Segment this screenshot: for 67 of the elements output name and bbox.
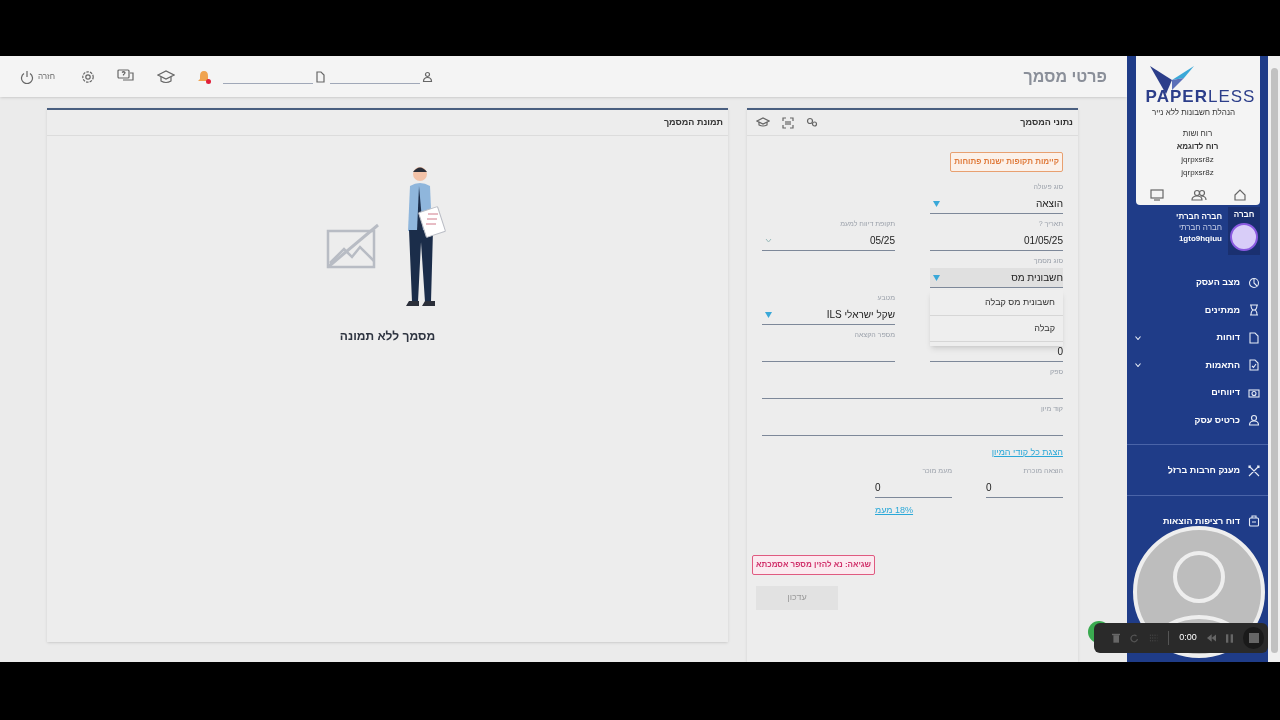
file-icon — [314, 70, 326, 83]
settings-icon[interactable] — [80, 69, 95, 84]
account-line: רוח ושות — [1182, 128, 1213, 140]
input-field[interactable]: שקל ישראלי ILS — [762, 305, 895, 325]
sidebar-item[interactable]: מצב העסק — [1127, 269, 1268, 297]
bell-icon[interactable] — [196, 69, 211, 84]
gears-icon[interactable] — [806, 116, 818, 127]
dropdown-triangle-icon[interactable] — [765, 311, 772, 318]
user-icon — [1248, 414, 1260, 427]
input-field[interactable]: 0 — [986, 477, 1063, 498]
company-code: 1gto9hqiuu — [1178, 233, 1222, 244]
sidebar-item[interactable]: התאמות — [1127, 351, 1268, 379]
account-line: רוח לדוגמא — [1176, 141, 1219, 153]
pause-icon[interactable] — [1226, 633, 1234, 643]
scan-icon[interactable] — [782, 116, 794, 129]
rewind-icon[interactable] — [1206, 634, 1216, 642]
logout-button[interactable]: חזרה — [20, 69, 55, 84]
graduation-cap-icon[interactable] — [156, 69, 175, 84]
home-icon[interactable] — [1233, 189, 1246, 201]
company-subtitle: חברה חברתי — [1178, 222, 1222, 233]
dropdown-option[interactable]: חשבונית מס קבלה — [930, 290, 1063, 316]
logo-wordmark: PAPERLESS — [1145, 88, 1256, 105]
panel-title: תמונת המסמך — [663, 115, 723, 129]
input-field[interactable]: 0 — [930, 342, 1063, 362]
sidebar-item[interactable]: כרטיס עסק — [1127, 406, 1268, 434]
users-icon[interactable] — [1190, 189, 1207, 201]
sidebar-item[interactable]: מענק חרבות ברזל — [1127, 457, 1268, 485]
input-field[interactable]: 0 — [875, 477, 952, 498]
power-icon — [20, 69, 34, 84]
image-placeholder-icon — [325, 223, 382, 269]
empty-image-message: מסמך ללא תמונה — [339, 328, 436, 345]
user-icon — [421, 70, 433, 83]
sidebar-item[interactable]: דוחות — [1127, 324, 1268, 352]
hourglass-icon — [1248, 304, 1260, 317]
sidebar-item[interactable]: ממתינים — [1127, 296, 1268, 324]
error-badge: שגיאה: נא להזין מספר אסמכתא — [752, 555, 875, 575]
panel-title: נתוני המסמך — [1020, 115, 1073, 129]
account-line: jqrpxsr8z — [1181, 167, 1214, 179]
dropdown-triangle-icon[interactable] — [933, 274, 940, 281]
input-field[interactable]: 01/05/25 — [930, 231, 1063, 251]
account-line: jqrpxsr8z — [1181, 154, 1214, 166]
sidebar-item[interactable]: דיווחים — [1127, 379, 1268, 407]
restart-icon[interactable] — [1130, 633, 1139, 643]
logo-tagline: הנהלת חשבונות ללא נייר — [1151, 107, 1236, 119]
chevron-down-icon[interactable] — [765, 238, 772, 243]
scrollbar[interactable] — [1268, 56, 1280, 662]
dropdown-option[interactable]: קבלה — [930, 316, 1063, 342]
help-chat-icon[interactable] — [116, 69, 135, 84]
recording-time: 0:00 — [1168, 631, 1197, 645]
trash-icon[interactable] — [1112, 633, 1121, 643]
company-tag: חברה — [1233, 209, 1255, 221]
page-title: פרטי מסמך — [1023, 66, 1107, 87]
warning-badge: קיימות תקופות ישנות פתוחות — [950, 152, 1063, 172]
monitor-icon[interactable] — [1149, 189, 1164, 201]
document-check-icon — [1248, 359, 1260, 372]
money-icon — [1248, 386, 1260, 399]
graduation-cap-icon[interactable] — [756, 116, 770, 128]
stop-icon[interactable] — [1248, 633, 1259, 643]
company-name: חברה חברתי — [1176, 211, 1222, 222]
company-avatar — [1230, 223, 1258, 251]
document-icon — [1248, 331, 1260, 344]
input-field[interactable]: הוצאה — [930, 194, 1063, 214]
dropdown-triangle-icon[interactable] — [933, 200, 940, 207]
input-field[interactable]: 05/25 — [762, 231, 895, 251]
sidebar-item[interactable]: דוח רציפות הוצאות — [1127, 507, 1268, 535]
sidebar-chart-icon — [1248, 276, 1260, 289]
clipboard-icon — [1248, 515, 1260, 528]
